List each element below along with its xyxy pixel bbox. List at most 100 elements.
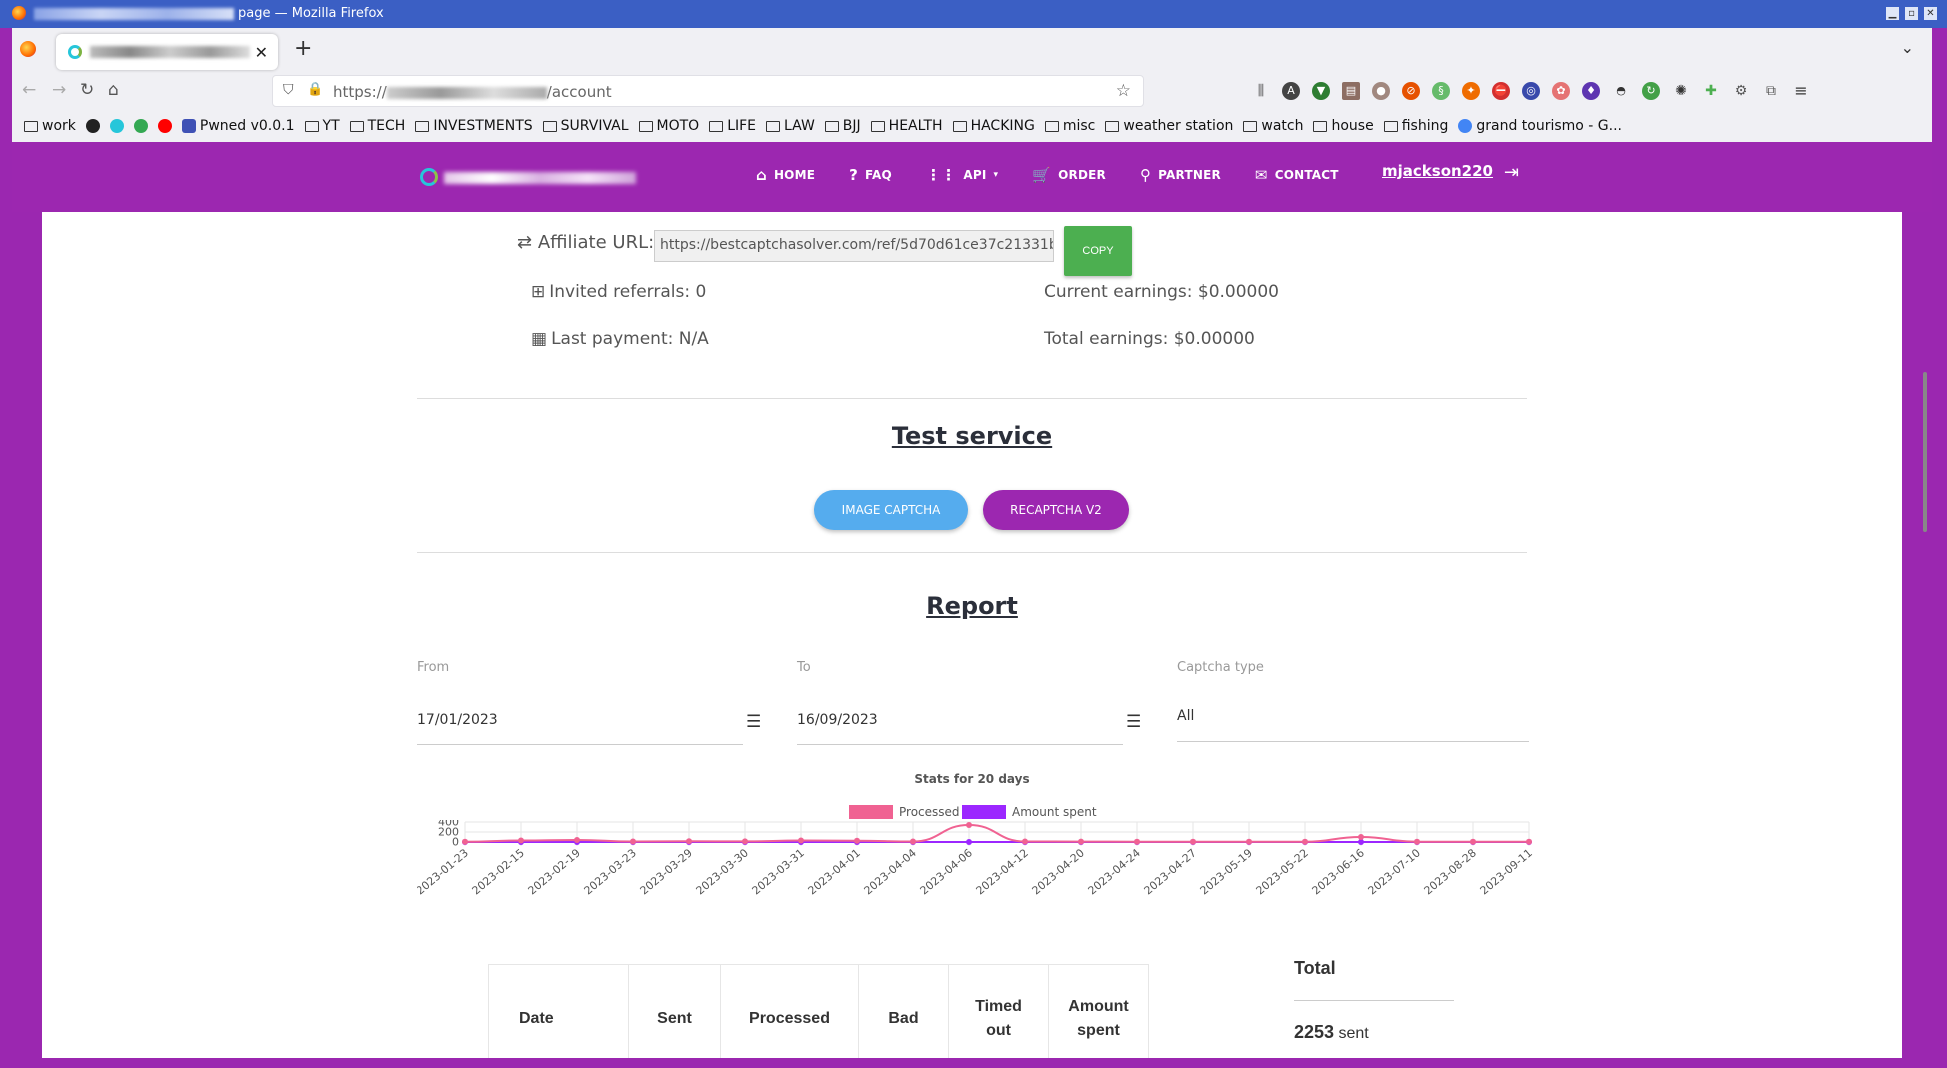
nav-home[interactable]: ⌂ HOME — [756, 166, 815, 184]
tracking-shield-icon[interactable]: ⛉ — [283, 82, 294, 98]
extension-plus-icon[interactable]: ✚ — [1702, 82, 1720, 100]
bookmark-tech[interactable]: TECH — [349, 118, 405, 134]
minimize-button[interactable]: ▁ — [1886, 7, 1899, 20]
extension-ball-icon[interactable]: ⊘ — [1402, 82, 1420, 100]
menu-hamburger-icon[interactable]: ≡ — [1792, 82, 1810, 100]
nav-contact[interactable]: ✉ CONTACT — [1255, 166, 1339, 184]
bookmark-site[interactable] — [109, 119, 124, 133]
tab-close-icon[interactable]: ✕ — [255, 43, 268, 62]
bookmark-pwned-v0-0-1[interactable]: Pwned v0.0.1 — [181, 118, 295, 134]
site-icon — [109, 119, 124, 133]
from-date-input[interactable]: 17/01/2023 — [417, 712, 498, 728]
google-icon — [1458, 119, 1473, 133]
bookmark-github[interactable] — [85, 119, 100, 133]
column-header-timed-out[interactable]: Timed out — [948, 964, 1049, 1058]
bookmark-star-icon[interactable]: ☆ — [1116, 81, 1131, 101]
bookmark-investments[interactable]: INVESTMENTS — [415, 118, 533, 134]
recaptcha-v2-button[interactable]: RECAPTCHA V2 — [983, 490, 1129, 530]
bookmark-life[interactable]: LIFE — [709, 118, 756, 134]
from-date-picker-icon[interactable]: ☰ — [746, 712, 761, 732]
bookmark-law[interactable]: LAW — [766, 118, 815, 134]
copy-button[interactable]: COPY — [1064, 226, 1132, 276]
metamask-icon[interactable]: ✦ — [1462, 82, 1480, 100]
extension-hat-icon[interactable]: ◓ — [1612, 82, 1630, 100]
to-date-input[interactable]: 16/09/2023 — [797, 712, 878, 728]
lock-icon[interactable]: 🔒 — [307, 82, 323, 97]
site-logo-icon[interactable] — [420, 168, 438, 186]
cookie-icon[interactable]: ✺ — [1672, 82, 1690, 100]
bookmark-yt[interactable]: YT — [304, 118, 340, 134]
nav-order[interactable]: 🛒 ORDER — [1032, 166, 1106, 184]
image-captcha-button[interactable]: IMAGE CAPTCHA — [814, 490, 968, 530]
chart-title: Stats for 20 days — [914, 772, 1030, 786]
new-tab-button[interactable]: + — [294, 36, 312, 61]
home-icon[interactable]: ⌂ — [108, 80, 119, 100]
bookmark-weather-station[interactable]: weather station — [1105, 118, 1233, 134]
x-tick-label: 2023-01-23 — [417, 846, 471, 897]
folder-icon — [952, 120, 967, 132]
folder-icon — [1105, 120, 1120, 132]
bookmark-house[interactable]: house — [1313, 118, 1374, 134]
active-tab[interactable]: ✕ — [56, 34, 278, 70]
extension-purple-icon[interactable]: ♦ — [1582, 82, 1600, 100]
column-header-amount-spent[interactable]: Amount spent — [1048, 964, 1149, 1058]
library-icon[interactable]: ⫼ — [1252, 82, 1270, 100]
x-tick-label: 2023-04-27 — [1142, 846, 1199, 897]
legend-processed[interactable]: Processed — [849, 805, 960, 819]
column-header-bad[interactable]: Bad — [858, 964, 949, 1058]
extension-green-icon[interactable]: § — [1432, 82, 1450, 100]
sync-extension-icon[interactable]: ↻ — [1642, 82, 1660, 100]
redacted-site-name[interactable] — [444, 172, 636, 184]
redacted-tab-title — [90, 46, 250, 58]
back-arrow-icon[interactable]: ← — [22, 80, 36, 100]
page-scrollbar[interactable] — [1921, 212, 1929, 1058]
logout-icon[interactable]: ⇥ — [1504, 162, 1519, 183]
nav-faq[interactable]: ? FAQ — [849, 166, 892, 184]
scrollbar-thumb[interactable] — [1923, 372, 1927, 532]
nav-partner[interactable]: ⚲ PARTNER — [1140, 166, 1221, 184]
firefox-view-icon[interactable] — [20, 41, 36, 57]
captcha-type-select[interactable]: All — [1177, 708, 1194, 724]
bookmark-watch[interactable]: watch — [1243, 118, 1303, 134]
extension-blue-icon[interactable]: ◎ — [1522, 82, 1540, 100]
adblock-icon[interactable]: ⛔ — [1492, 82, 1510, 100]
cookie-extension-icon[interactable]: ● — [1372, 82, 1390, 100]
username-link[interactable]: mjackson220 — [1382, 162, 1493, 180]
column-header-processed[interactable]: Processed — [720, 964, 859, 1058]
extensions-puzzle-icon[interactable]: ⧉ — [1762, 82, 1780, 100]
bookmark-health[interactable]: HEALTH — [870, 118, 943, 134]
x-tick-label: 2023-05-22 — [1254, 846, 1311, 897]
column-header-date[interactable]: Date — [488, 964, 629, 1058]
bookmark-moto[interactable]: MOTO — [638, 118, 699, 134]
calendar-icon: ▦ — [531, 329, 548, 349]
extension-badge-icon[interactable]: ✿ — [1552, 82, 1570, 100]
from-label: From — [417, 660, 450, 675]
address-bar[interactable]: ⛉ 🔒 https:///account ☆ — [272, 75, 1144, 107]
bookmark-youtube[interactable] — [157, 119, 172, 133]
extension-chart-icon[interactable]: ▤ — [1342, 82, 1360, 100]
nav-api[interactable]: ⋮⋮ API ▾ — [926, 166, 998, 184]
data-point-processed — [574, 837, 580, 843]
close-window-button[interactable]: ✕ — [1924, 7, 1937, 20]
to-date-picker-icon[interactable]: ☰ — [1126, 712, 1141, 732]
bookmark-fishing[interactable]: fishing — [1383, 118, 1448, 134]
gear-icon[interactable]: ⚙ — [1732, 82, 1750, 100]
vue-devtools-icon[interactable]: ▼ — [1312, 82, 1330, 100]
affiliate-url-input[interactable]: https://bestcaptchasolver.com/ref/5d70d6… — [654, 230, 1054, 262]
folder-icon — [1383, 120, 1398, 132]
extension-a-icon[interactable]: A — [1282, 82, 1300, 100]
list-tabs-chevron-icon[interactable]: ⌄ — [1901, 38, 1914, 57]
bookmark-survival[interactable]: SURVIVAL — [542, 118, 629, 134]
bookmark-grand-tourismo-g[interactable]: grand tourismo - G... — [1458, 118, 1622, 134]
legend-amount-spent[interactable]: Amount spent — [962, 805, 1097, 819]
maximize-button[interactable]: ▫ — [1905, 7, 1918, 20]
forward-arrow-icon[interactable]: → — [52, 80, 66, 100]
bookmark-misc[interactable]: misc — [1044, 118, 1095, 134]
bookmark-work[interactable]: work — [24, 118, 76, 134]
column-header-sent[interactable]: Sent — [628, 964, 721, 1058]
bookmark-play[interactable] — [133, 119, 148, 133]
folder-icon — [415, 120, 430, 132]
reload-icon[interactable]: ↻ — [80, 80, 94, 100]
bookmark-bjj[interactable]: BJJ — [824, 118, 861, 134]
bookmark-hacking[interactable]: HACKING — [952, 118, 1035, 134]
